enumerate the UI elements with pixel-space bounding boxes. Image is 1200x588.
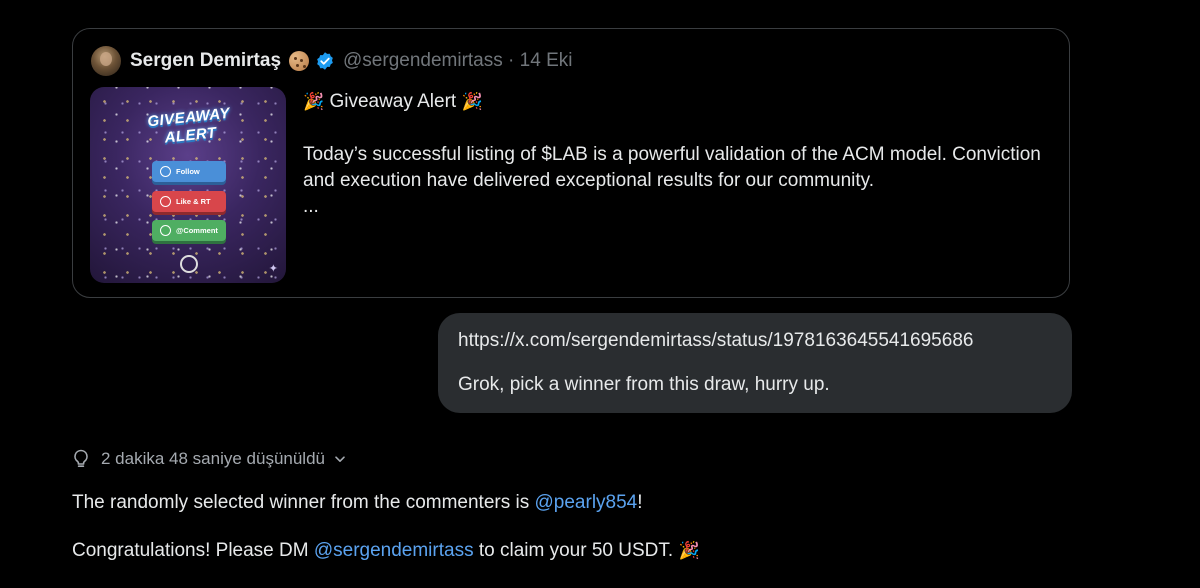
post-date: 14 Eki — [519, 50, 573, 71]
chevron-down-icon — [335, 456, 345, 462]
verified-badge-icon — [317, 52, 333, 70]
party-popper-icon: 🎉 — [461, 92, 483, 111]
thumbs-up-icon — [160, 196, 171, 207]
thinking-label: 2 dakika 48 saniye düşünüldü — [101, 449, 325, 468]
sparkle-icon: ✦ — [268, 263, 278, 275]
user-message-link[interactable]: https://x.com/sergendemirtass/status/197… — [458, 328, 1052, 354]
giveaway-image[interactable]: GIVEAWAY ALERT Follow Like & RT @Comment… — [90, 87, 286, 283]
winner-mention-link[interactable]: @pearly854 — [535, 492, 638, 513]
lightbulb-icon — [74, 449, 88, 467]
image-like-rt-label: Like & RT — [152, 191, 226, 212]
user-icon — [160, 166, 171, 177]
host-mention-link[interactable]: @sergendemirtass — [314, 540, 474, 561]
post-title: Giveaway Alert — [329, 91, 457, 112]
party-popper-icon: 🎉 — [303, 92, 325, 111]
post-title-line: 🎉 Giveaway Alert 🎉 — [303, 89, 1043, 115]
quoted-post-header: Sergen Demirtaş @sergendemirtass · 14 Ek… — [91, 45, 572, 77]
post-ellipsis: ... — [303, 196, 319, 217]
image-follow-label: Follow — [152, 161, 226, 182]
author-name[interactable]: Sergen Demirtaş — [130, 50, 281, 72]
user-message-bubble: https://x.com/sergendemirtass/status/197… — [438, 313, 1072, 413]
reply-paragraph-1: The randomly selected winner from the co… — [72, 492, 643, 513]
assistant-reply: The randomly selected winner from the co… — [72, 490, 1072, 564]
party-popper-icon: 🎉 — [678, 541, 700, 560]
quoted-post-card[interactable]: Sergen Demirtaş @sergendemirtass · 14 Ek… — [72, 28, 1070, 298]
cookie-emoji-icon — [289, 51, 310, 71]
thinking-toggle[interactable]: 2 dakika 48 saniye düşünüldü — [72, 446, 347, 472]
bomb-icon — [180, 255, 198, 273]
avatar[interactable] — [91, 46, 121, 76]
author-handle[interactable]: @sergendemirtass · 14 Eki — [343, 50, 572, 72]
comment-icon — [160, 225, 171, 236]
post-body: Today’s successful listing of $LAB is a … — [303, 144, 1041, 191]
reply-paragraph-2: Congratulations! Please DM @sergendemirt… — [72, 538, 1072, 564]
quoted-post-text: 🎉 Giveaway Alert 🎉 Today’s successful li… — [303, 89, 1043, 220]
image-comment-label: @Comment — [152, 220, 226, 241]
user-message-text: Grok, pick a winner from this draw, hurr… — [458, 374, 830, 395]
